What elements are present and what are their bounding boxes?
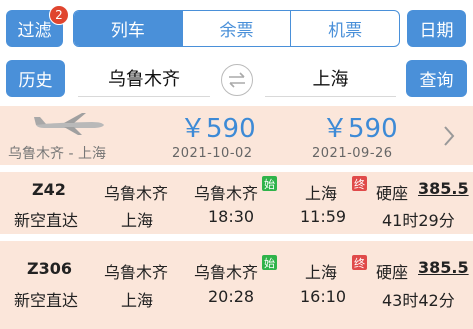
train-origin: 乌鲁木齐 — [104, 263, 169, 282]
flight-price: ￥590 — [180, 114, 256, 144]
tab-flight[interactable]: 机票 — [290, 11, 399, 46]
depart-station: 乌鲁木齐 — [194, 184, 259, 203]
history-button[interactable]: 历史 — [6, 60, 65, 97]
seat-type: 硬座 — [376, 184, 409, 203]
travel-duration: 43时42分 — [382, 291, 455, 310]
query-button[interactable]: 查询 — [406, 60, 467, 97]
travel-duration: 41时29分 — [382, 211, 455, 230]
flight-date: 2021-10-02 — [172, 146, 253, 161]
swap-icon[interactable] — [221, 64, 253, 96]
flight-date: 2021-09-26 — [312, 146, 393, 161]
to-city-field[interactable]: 上海 — [265, 60, 396, 97]
arrive-station: 上海 — [305, 184, 338, 203]
depart-time: 18:30 — [208, 207, 255, 226]
mode-tabs: 列车 余票 机票 — [73, 10, 400, 47]
train-number: Z42 — [32, 180, 66, 199]
filter-count-badge: 2 — [49, 5, 69, 25]
date-button[interactable]: 日期 — [407, 10, 466, 47]
train-destination: 上海 — [121, 291, 154, 310]
arrive-time: 16:10 — [300, 287, 347, 306]
depart-time: 20:28 — [208, 287, 255, 306]
flight-route: 乌鲁木齐 - 上海 — [8, 146, 106, 162]
end-tag: 终 — [352, 176, 367, 191]
from-city-field[interactable]: 乌鲁木齐 — [78, 60, 210, 97]
train-number: Z306 — [27, 259, 72, 278]
arrive-time: 11:59 — [300, 207, 347, 226]
airplane-icon — [34, 113, 104, 135]
tab-train[interactable]: 列车 — [74, 11, 182, 46]
seat-price-link[interactable]: 385.5 — [418, 258, 469, 277]
start-tag: 始 — [262, 255, 277, 270]
train-row[interactable]: Z42 新空直达 乌鲁木齐 上海 乌鲁木齐 始 18:30 上海 终 11:59… — [0, 172, 473, 234]
flight-price-card[interactable]: 乌鲁木齐 - 上海 ￥590 2021-10-02 ￥590 2021-09-2… — [0, 106, 473, 165]
end-tag: 终 — [352, 255, 367, 270]
depart-station: 乌鲁木齐 — [194, 263, 259, 282]
start-tag: 始 — [262, 176, 277, 191]
train-type: 新空直达 — [14, 291, 79, 310]
arrive-station: 上海 — [305, 263, 338, 282]
train-type: 新空直达 — [14, 211, 79, 230]
divider — [0, 165, 473, 172]
seat-type: 硬座 — [376, 263, 409, 282]
divider — [0, 234, 473, 241]
search-bar: 历史 乌鲁木齐 上海 查询 — [0, 52, 473, 106]
chevron-right-icon — [444, 126, 455, 146]
train-destination: 上海 — [121, 211, 154, 230]
top-toolbar: 过滤 2 列车 余票 机票 日期 — [0, 0, 473, 52]
tab-remaining-tickets[interactable]: 余票 — [181, 11, 291, 46]
flight-price: ￥590 — [322, 114, 398, 144]
train-row[interactable]: Z306 新空直达 乌鲁木齐 上海 乌鲁木齐 始 20:28 上海 终 16:1… — [0, 241, 473, 329]
seat-price-link[interactable]: 385.5 — [418, 179, 469, 198]
train-origin: 乌鲁木齐 — [104, 184, 169, 203]
